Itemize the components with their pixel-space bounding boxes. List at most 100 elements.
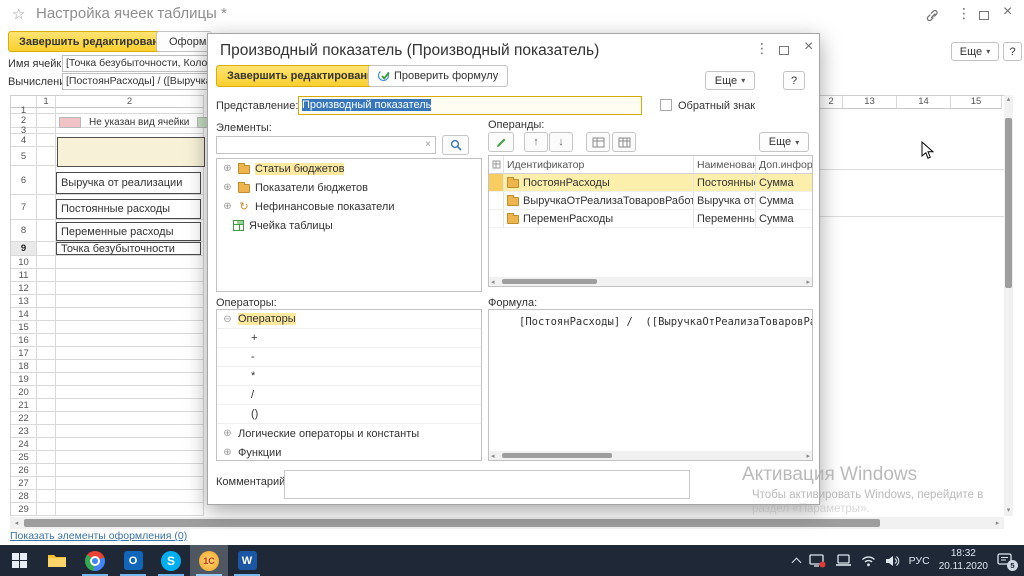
grid-cell[interactable] (37, 425, 56, 438)
scroll-down-icon[interactable]: ▾ (1004, 506, 1013, 516)
grid-cell[interactable] (56, 425, 204, 438)
grid-cell[interactable] (37, 360, 56, 373)
favorite-star-icon[interactable]: ☆ (12, 5, 25, 23)
row-number-cell[interactable]: 24 (11, 438, 37, 451)
tree-item-parentheses[interactable]: () (217, 405, 481, 424)
row-number-cell[interactable]: 22 (11, 412, 37, 425)
row-number-cell[interactable]: 9 (11, 242, 37, 256)
tree-item-plus[interactable]: + (217, 329, 481, 348)
tree-item-multiply[interactable]: * (217, 367, 481, 386)
horizontal-scrollbar[interactable]: ◂ ▸ (10, 517, 1004, 529)
taskbar-word[interactable]: W (228, 545, 266, 576)
row-number-cell[interactable]: 28 (11, 490, 37, 503)
merged-header-cell[interactable] (57, 137, 205, 167)
expand-icon[interactable]: ⊕ (222, 201, 233, 212)
tree-item-budget-articles[interactable]: ⊕Статьи бюджетов (217, 159, 481, 178)
grid-cell[interactable] (56, 334, 204, 347)
grid-cell[interactable] (56, 360, 204, 373)
spreadsheet-grid-right[interactable]: 2131415 (820, 95, 1004, 516)
close-icon[interactable]: × (1003, 5, 1012, 18)
taskbar-chrome[interactable] (76, 545, 114, 576)
row-number-cell[interactable]: 4 (11, 134, 37, 147)
grid-cell[interactable]: Постоянные расходы (56, 195, 204, 220)
grid-cell[interactable] (37, 347, 56, 360)
more-menu-icon[interactable]: ⋮ (957, 7, 971, 20)
dialog-more-menu-icon[interactable]: ⋮ (755, 42, 769, 55)
grid-cell[interactable] (37, 477, 56, 490)
vertical-scrollbar-thumb[interactable] (1005, 118, 1012, 288)
expand-icon[interactable]: ⊕ (222, 428, 233, 439)
grid-cell[interactable] (37, 373, 56, 386)
grid-cell[interactable] (37, 242, 56, 256)
formula-editor[interactable]: [ПостоянРасходы] / ([ВыручкаОтРеализаТов… (488, 309, 813, 461)
grid-cell[interactable] (56, 321, 204, 334)
format-button[interactable]: Оформ (156, 31, 212, 52)
row-number-cell[interactable]: 5 (11, 147, 37, 166)
search-button[interactable] (442, 135, 469, 155)
grid-cell[interactable] (56, 464, 204, 477)
grid-cell[interactable] (37, 451, 56, 464)
row-number-cell[interactable]: 10 (11, 256, 37, 269)
copy-link-icon[interactable] (926, 9, 941, 24)
main-more-button[interactable]: Еще▾ (951, 42, 999, 61)
tray-laptop-icon[interactable] (835, 554, 852, 567)
tree-item-operators[interactable]: ⊖Операторы (217, 310, 481, 329)
presentation-input[interactable]: Производный показатель (298, 96, 642, 115)
clear-icon[interactable]: × (425, 139, 431, 150)
grid-cell[interactable] (37, 503, 56, 516)
grid-cell[interactable]: Переменные расходы (56, 220, 204, 242)
grid-cell[interactable] (56, 308, 204, 321)
grid-cell[interactable] (56, 386, 204, 399)
row-number-cell[interactable]: 15 (11, 321, 37, 334)
dialog-help-button[interactable]: ? (783, 71, 805, 90)
grid-cell[interactable] (56, 399, 204, 412)
grid-cell[interactable]: Выручка от реализации (56, 166, 204, 195)
maximize-icon[interactable] (979, 9, 989, 22)
cell-name-field[interactable]: [Точка безубыточности, Колонка] (62, 55, 212, 72)
grid-cell[interactable] (56, 438, 204, 451)
operand-row[interactable]: ПостоянРасходы Постоянные... Сумма (489, 174, 812, 192)
tree-item-nonfinancial-indicators[interactable]: ⊕↻Нефинансовые показатели (217, 197, 481, 216)
scroll-up-icon[interactable]: ▴ (1004, 95, 1013, 105)
named-cell[interactable]: Точка безубыточности (56, 242, 201, 255)
column-header-row[interactable]: 12 (11, 96, 204, 108)
row-number-cell[interactable]: 14 (11, 308, 37, 321)
operands-header-row[interactable]: Идентификатор Наименован... Доп.информац… (489, 156, 812, 174)
move-down-button[interactable]: ↓ (549, 132, 573, 152)
grid-cell[interactable] (37, 334, 56, 347)
tree-item-budget-indicators[interactable]: ⊕Показатели бюджетов (217, 178, 481, 197)
row-number-cell[interactable]: 21 (11, 399, 37, 412)
grid-cell[interactable] (37, 490, 56, 503)
tree-item-functions[interactable]: ⊕Функции (217, 443, 481, 461)
clock[interactable]: 18:32 20.11.2020 (939, 548, 988, 573)
row-number-cell[interactable]: 7 (11, 195, 37, 220)
collapse-icon[interactable]: ⊖ (222, 314, 233, 325)
column-header-cell[interactable]: 15 (951, 96, 1002, 109)
tree-item-minus[interactable]: - (217, 348, 481, 367)
row-number-cell[interactable]: 18 (11, 360, 37, 373)
scroll-left-icon[interactable]: ◂ (491, 278, 495, 287)
grid-cell[interactable] (37, 399, 56, 412)
named-cell[interactable]: Выручка от реализации (56, 172, 201, 194)
grid-cell[interactable] (37, 166, 56, 195)
grid-cell[interactable] (37, 256, 56, 269)
grid-cell[interactable] (37, 464, 56, 477)
grid-cell[interactable] (56, 451, 204, 464)
scroll-right-icon[interactable]: ▸ (806, 278, 810, 287)
notification-center-button[interactable]: 5 (997, 553, 1014, 568)
row-number-cell[interactable]: 12 (11, 282, 37, 295)
dialog-finish-editing-button[interactable]: Завершить редактирование (216, 65, 391, 87)
grid-cell[interactable] (56, 373, 204, 386)
group-columns-button[interactable] (586, 132, 610, 152)
column-header-cell[interactable]: 13 (843, 96, 897, 109)
scroll-right-icon[interactable]: ▸ (993, 519, 1002, 529)
spreadsheet-grid[interactable]: 12123456Выручка от реализации7Постоянные… (10, 95, 204, 516)
dialog-more-button[interactable]: Еще▾ (705, 71, 755, 90)
grid-cell[interactable] (56, 490, 204, 503)
formula-scrollbar-thumb[interactable] (502, 453, 612, 458)
named-cell[interactable]: Переменные расходы (56, 222, 201, 241)
tree-item-logical-operators[interactable]: ⊕Логические операторы и константы (217, 424, 481, 443)
grid-cell[interactable] (56, 295, 204, 308)
scroll-left-icon[interactable]: ◂ (491, 452, 495, 461)
grid-cell[interactable] (37, 147, 56, 166)
